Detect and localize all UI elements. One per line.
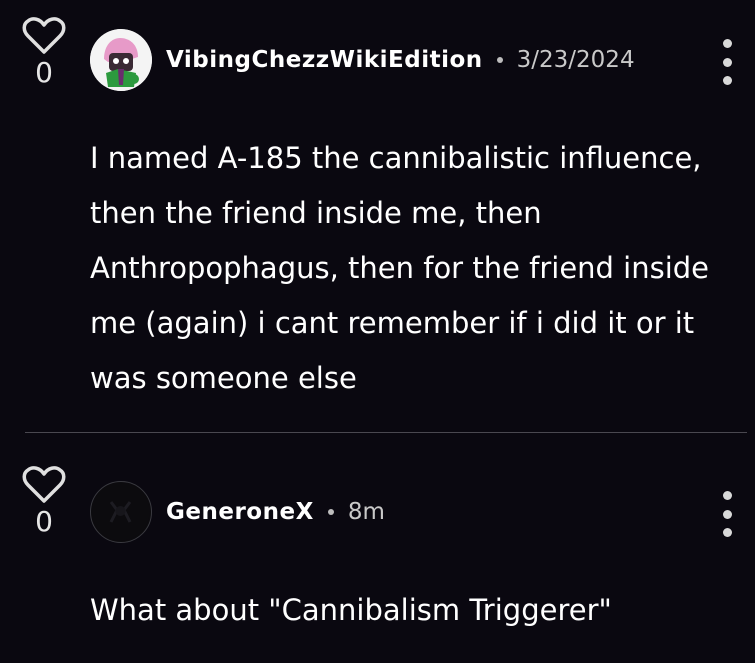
comment-text: I named A-185 the cannibalistic influenc… (90, 141, 710, 395)
comment-item: 0 GeneroneX 8m What about "Cannibalism T… (0, 433, 755, 663)
like-group: 0 (22, 16, 66, 88)
avatar[interactable] (90, 29, 152, 91)
like-count: 0 (35, 505, 53, 538)
avatar[interactable] (90, 481, 152, 543)
timestamp: 3/23/2024 (516, 47, 635, 73)
comment-meta: VibingChezzWikiEdition 3/23/2024 (166, 40, 635, 80)
separator-dot (327, 509, 334, 515)
heart-outline-icon[interactable] (22, 465, 66, 505)
timestamp: 8m (347, 499, 385, 525)
comment-text: What about "Cannibalism Triggerer" (90, 593, 612, 627)
username[interactable]: GeneroneX (166, 499, 314, 525)
username[interactable]: VibingChezzWikiEdition (166, 47, 483, 73)
heart-outline-icon[interactable] (22, 16, 66, 56)
more-vertical-icon[interactable] (716, 39, 738, 85)
separator-dot (496, 57, 503, 63)
comment-meta: GeneroneX 8m (166, 492, 385, 532)
like-group: 0 (22, 465, 66, 537)
avatar-image (91, 482, 150, 541)
more-vertical-icon[interactable] (716, 491, 738, 537)
comment-item: 0 VibingChezzWikiEdition 3/23/2024 I nam… (0, 0, 755, 432)
like-count: 0 (35, 56, 53, 89)
avatar-image (90, 29, 152, 91)
